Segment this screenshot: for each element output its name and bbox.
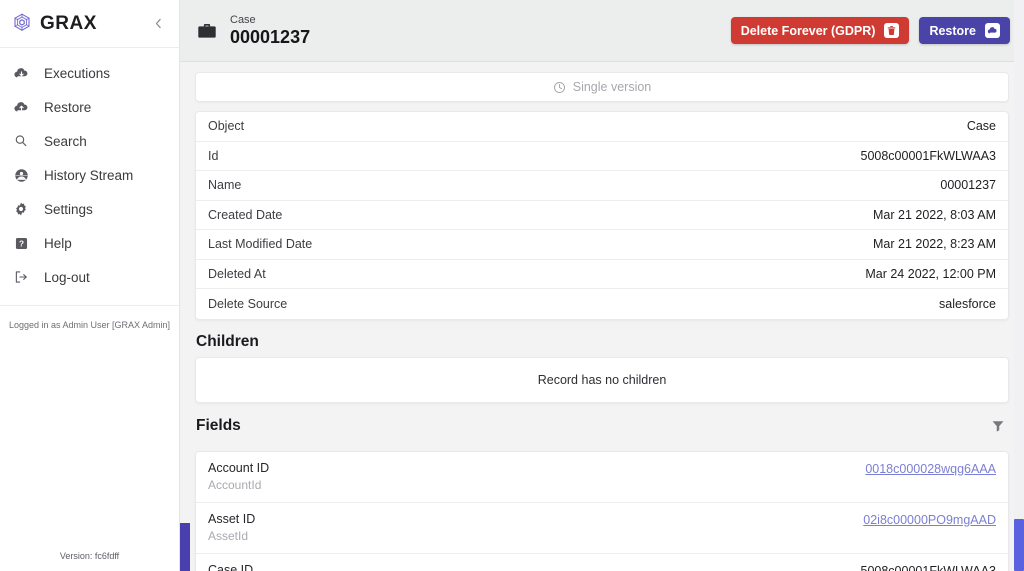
detail-key: Id <box>208 148 219 163</box>
sidebar-item-log-out[interactable]: Log-out <box>0 260 179 294</box>
detail-value: Mar 24 2022, 12:00 PM <box>865 266 996 281</box>
table-row: Last Modified Date Mar 21 2022, 8:23 AM <box>196 230 1008 260</box>
brand-name: GRAX <box>40 12 97 34</box>
detail-key: Created Date <box>208 207 283 222</box>
logout-icon <box>10 266 32 288</box>
detail-value: Case <box>966 119 996 134</box>
record-details-card: Object Case Id 5008c00001FkWLWAA3 Name 0… <box>195 111 1009 320</box>
field-api-name: AssetId <box>208 528 249 543</box>
clock-icon <box>553 81 566 94</box>
field-label-group: Account ID AccountId <box>208 461 269 493</box>
main-scrollbar-thumb[interactable] <box>1014 519 1024 571</box>
cloud-upload-icon <box>10 96 32 118</box>
main-panel: Case 00001237 Delete Forever (GDPR) Rest… <box>180 0 1024 571</box>
detail-value: salesforce <box>939 296 996 311</box>
list-item[interactable]: Asset ID AssetId 02i8c00000PO9mgAAD <box>196 503 1008 554</box>
sidebar-item-history-stream[interactable]: History Stream <box>0 158 179 192</box>
table-row: Deleted At Mar 24 2022, 12:00 PM <box>196 260 1008 289</box>
version-status-label: Single version <box>572 80 652 94</box>
table-row: Delete Source salesforce <box>196 289 1008 319</box>
children-empty-state: Record has no children <box>195 356 1009 403</box>
sidebar: GRAX Executions Restore Search History S… <box>0 0 180 571</box>
children-empty-message: Record has no children <box>537 372 667 387</box>
field-api-name: AccountId <box>208 477 262 492</box>
grax-hex-logo-icon <box>10 12 34 36</box>
sidebar-item-label: Search <box>44 133 87 149</box>
main-scrollbar-track[interactable] <box>1014 0 1024 571</box>
delete-forever-button[interactable]: Delete Forever (GDPR) <box>730 17 910 44</box>
detail-value: 00001237 <box>940 178 996 193</box>
sidebar-item-label: History Stream <box>44 167 134 183</box>
sidebar-item-label: Executions <box>44 65 111 81</box>
table-row: Name 00001237 <box>196 171 1008 201</box>
record-name: 00001237 <box>230 27 311 47</box>
app-root: GRAX Executions Restore Search History S… <box>0 0 1024 571</box>
sidebar-account-footer: Logged in as Admin User [GRAX Admin] <box>0 305 179 342</box>
record-topbar: Case 00001237 Delete Forever (GDPR) Rest… <box>180 0 1024 62</box>
sidebar-item-restore[interactable]: Restore <box>0 90 179 124</box>
version-status-bar[interactable]: Single version <box>195 72 1009 102</box>
topbar-actions: Delete Forever (GDPR) Restore <box>730 17 1010 44</box>
chevron-left-icon[interactable] <box>149 15 167 33</box>
app-version-text: Version: fc6fdff <box>59 551 120 561</box>
list-item[interactable]: Account ID AccountId 0018c000028wqg6AAA <box>196 452 1008 503</box>
restore-button[interactable]: Restore <box>919 17 1010 44</box>
field-value-link[interactable]: 0018c000028wqg6AAA <box>865 461 996 476</box>
svg-text:?: ? <box>18 239 23 248</box>
detail-key: Delete Source <box>208 296 288 311</box>
search-icon <box>10 130 32 152</box>
left-edge-accent <box>180 523 190 571</box>
table-row: Created Date Mar 21 2022, 8:03 AM <box>196 201 1008 230</box>
record-object-kind: Case <box>230 14 256 26</box>
detail-key: Name <box>208 178 242 193</box>
table-row: Object Case <box>196 112 1008 142</box>
field-value-link[interactable]: 02i8c00000PO9mgAAD <box>863 512 996 527</box>
field-label-group: Asset ID AssetId <box>208 512 255 544</box>
cloud-download-icon <box>10 62 32 84</box>
gear-icon <box>10 198 32 220</box>
detail-value: Mar 21 2022, 8:03 AM <box>873 207 996 222</box>
sidebar-item-label: Restore <box>44 99 92 115</box>
sidebar-nav: Executions Restore Search History Stream… <box>0 48 179 294</box>
children-title: Children <box>196 332 259 350</box>
sidebar-item-help[interactable]: ? Help <box>0 226 179 260</box>
fields-section-header: Fields <box>195 403 1009 442</box>
field-label: Account ID <box>208 460 270 475</box>
children-section-header: Children <box>195 320 1009 357</box>
history-stream-icon <box>10 164 32 186</box>
list-item[interactable]: Case ID Id 5008c00001FkWLWAA3 <box>196 554 1008 571</box>
field-value: 5008c00001FkWLWAA3 <box>860 563 997 571</box>
sidebar-item-settings[interactable]: Settings <box>0 192 179 226</box>
sidebar-header: GRAX <box>0 0 179 48</box>
sidebar-item-search[interactable]: Search <box>0 124 179 158</box>
sidebar-item-executions[interactable]: Executions <box>0 56 179 90</box>
fields-title: Fields <box>196 416 241 434</box>
detail-value: 5008c00001FkWLWAA3 <box>860 148 997 163</box>
record-identity: Case 00001237 <box>230 13 310 48</box>
delete-forever-label: Delete Forever (GDPR) <box>740 23 876 38</box>
detail-value: Mar 21 2022, 8:23 AM <box>873 237 996 252</box>
detail-key: Deleted At <box>208 266 266 281</box>
logged-in-as-text: Logged in as Admin User [GRAX Admin] <box>8 320 171 330</box>
sidebar-item-label: Settings <box>44 201 93 217</box>
field-label: Asset ID <box>208 511 256 526</box>
record-content: Single version Object Case Id 5008c00001… <box>180 62 1024 571</box>
field-label-group: Case ID Id <box>208 563 253 571</box>
help-question-icon: ? <box>10 232 32 254</box>
sidebar-item-label: Log-out <box>44 269 90 285</box>
briefcase-icon <box>194 18 220 44</box>
field-label: Case ID <box>208 562 254 571</box>
cloud-restore-icon <box>985 23 1000 38</box>
detail-key: Last Modified Date <box>208 237 313 252</box>
filter-funnel-icon[interactable] <box>988 416 1008 436</box>
table-row: Id 5008c00001FkWLWAA3 <box>196 142 1008 171</box>
restore-label: Restore <box>929 23 976 38</box>
detail-key: Object <box>208 119 245 134</box>
trash-icon <box>884 23 900 38</box>
sidebar-item-label: Help <box>44 235 72 251</box>
fields-card: Account ID AccountId 0018c000028wqg6AAA … <box>195 450 1009 571</box>
